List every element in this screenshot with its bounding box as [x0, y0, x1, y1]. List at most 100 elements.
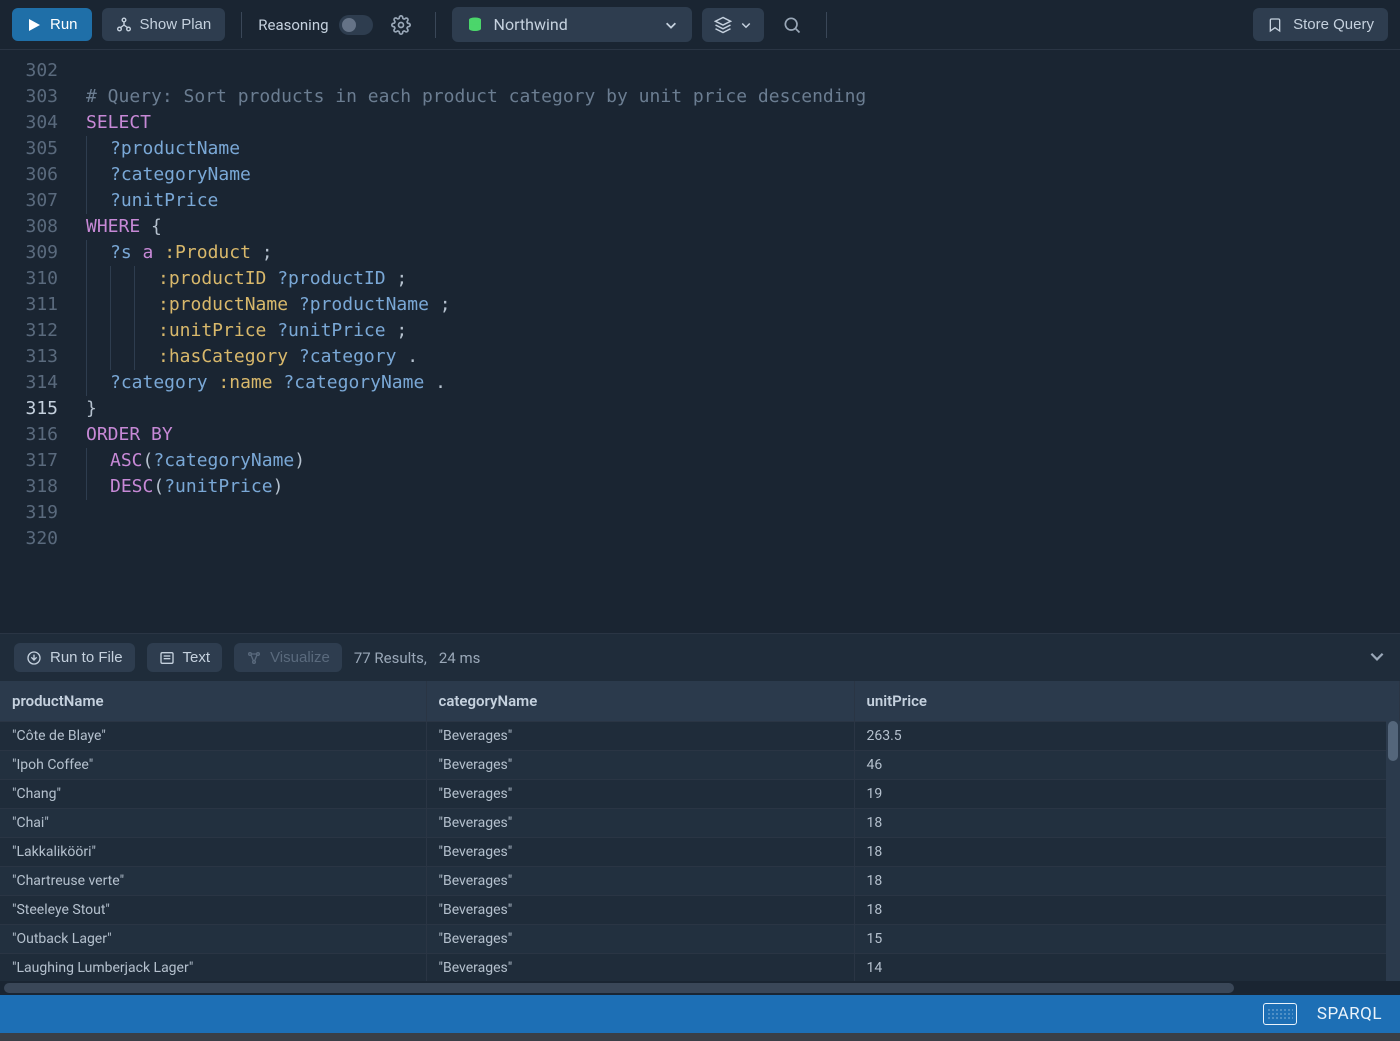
code-line[interactable]: ?productName	[70, 136, 1400, 162]
code-line[interactable]: :productName ?productName ;	[70, 292, 1400, 318]
scrollbar-thumb[interactable]	[1388, 721, 1398, 761]
code-line[interactable]: :unitPrice ?unitPrice ;	[70, 318, 1400, 344]
code-line[interactable]	[70, 500, 1400, 526]
line-number: 303	[0, 84, 58, 110]
store-query-label: Store Query	[1293, 16, 1374, 33]
run-to-file-button[interactable]: Run to File	[14, 643, 135, 672]
visualize-button[interactable]: Visualize	[234, 643, 342, 672]
table-row[interactable]: "Chartreuse verte""Beverages"18	[0, 866, 1400, 895]
code-line[interactable]: :productID ?productID ;	[70, 266, 1400, 292]
line-number: 311	[0, 292, 58, 318]
table-row[interactable]: "Steeleye Stout""Beverages"18	[0, 895, 1400, 924]
line-number-gutter: 3023033043053063073083093103113123133143…	[0, 50, 70, 633]
table-cell: 14	[854, 953, 1400, 981]
code-line[interactable]: ?unitPrice	[70, 188, 1400, 214]
table-row[interactable]: "Ipoh Coffee""Beverages"46	[0, 750, 1400, 779]
run-button[interactable]: Run	[12, 8, 92, 41]
table-cell: "Chartreuse verte"	[0, 866, 426, 895]
search-button[interactable]	[774, 7, 810, 43]
table-row[interactable]: "Chang""Beverages"19	[0, 779, 1400, 808]
line-number: 305	[0, 136, 58, 162]
table-cell: "Lakkalikööri"	[0, 837, 426, 866]
table-header-row: productNamecategoryNameunitPrice	[0, 681, 1400, 721]
code-line[interactable]: ASC(?categoryName)	[70, 448, 1400, 474]
scrollbar-thumb[interactable]	[4, 983, 1234, 993]
database-icon	[466, 16, 484, 34]
table-cell: "Beverages"	[426, 721, 854, 750]
table-cell: 46	[854, 750, 1400, 779]
table-row[interactable]: "Outback Lager""Beverages"15	[0, 924, 1400, 953]
column-header[interactable]: unitPrice	[854, 681, 1400, 721]
code-line[interactable]: ?category :name ?categoryName .	[70, 370, 1400, 396]
download-circle-icon	[26, 650, 42, 666]
toolbar-separator	[241, 12, 242, 38]
table-cell: 18	[854, 837, 1400, 866]
settings-button[interactable]	[383, 7, 419, 43]
table-row[interactable]: "Lakkalikööri""Beverages"18	[0, 837, 1400, 866]
results-toolbar: Run to File Text Visualize 77 Results, 2…	[0, 633, 1400, 681]
line-number: 306	[0, 162, 58, 188]
toolbar-separator	[435, 12, 436, 38]
line-number: 309	[0, 240, 58, 266]
table-row[interactable]: "Laughing Lumberjack Lager""Beverages"14	[0, 953, 1400, 981]
code-line[interactable]: SELECT	[70, 110, 1400, 136]
bookmark-icon	[1267, 17, 1283, 33]
table-cell: "Beverages"	[426, 924, 854, 953]
code-line[interactable]: ?categoryName	[70, 162, 1400, 188]
code-line[interactable]: ORDER BY	[70, 422, 1400, 448]
language-mode[interactable]: SPARQL	[1317, 1004, 1382, 1024]
results-panel: productNamecategoryNameunitPrice "Côte d…	[0, 681, 1400, 981]
plan-icon	[116, 17, 132, 33]
horizontal-scrollbar[interactable]	[0, 981, 1400, 995]
table-cell: "Beverages"	[426, 953, 854, 981]
chevron-down-icon	[1368, 647, 1386, 665]
chevron-down-icon	[740, 19, 752, 31]
table-row[interactable]: "Côte de Blaye""Beverages"263.5	[0, 721, 1400, 750]
code-line[interactable]: :hasCategory ?category .	[70, 344, 1400, 370]
table-cell: 18	[854, 808, 1400, 837]
column-header[interactable]: categoryName	[426, 681, 854, 721]
vertical-scrollbar[interactable]	[1386, 721, 1400, 981]
code-line[interactable]: DESC(?unitPrice)	[70, 474, 1400, 500]
code-line[interactable]	[70, 58, 1400, 84]
window-chrome	[0, 1033, 1400, 1041]
collapse-results-button[interactable]	[1368, 647, 1386, 669]
line-number: 320	[0, 526, 58, 552]
search-icon	[782, 15, 802, 35]
reasoning-toggle[interactable]	[339, 15, 373, 35]
table-cell: 15	[854, 924, 1400, 953]
code-line[interactable]	[70, 526, 1400, 552]
line-number: 315	[0, 396, 58, 422]
code-line[interactable]: ?s a :Product ;	[70, 240, 1400, 266]
table-body: "Côte de Blaye""Beverages"263.5"Ipoh Cof…	[0, 721, 1400, 981]
table-row[interactable]: "Chai""Beverages"18	[0, 808, 1400, 837]
status-bar: SPARQL	[0, 995, 1400, 1033]
table-cell: "Côte de Blaye"	[0, 721, 426, 750]
show-plan-button[interactable]: Show Plan	[102, 8, 226, 41]
table-cell: "Beverages"	[426, 895, 854, 924]
schema-selector[interactable]	[702, 8, 764, 42]
table-cell: "Steeleye Stout"	[0, 895, 426, 924]
keyboard-icon[interactable]	[1263, 1003, 1297, 1025]
gear-icon	[391, 15, 411, 35]
code-area[interactable]: # Query: Sort products in each product c…	[70, 50, 1400, 633]
line-number: 318	[0, 474, 58, 500]
reasoning-control: Reasoning	[258, 15, 372, 35]
reasoning-label: Reasoning	[258, 16, 328, 34]
column-header[interactable]: productName	[0, 681, 426, 721]
line-number: 304	[0, 110, 58, 136]
code-line[interactable]: WHERE {	[70, 214, 1400, 240]
text-label: Text	[183, 649, 211, 666]
line-number: 319	[0, 500, 58, 526]
code-line[interactable]: # Query: Sort products in each product c…	[70, 84, 1400, 110]
show-plan-label: Show Plan	[140, 16, 212, 33]
store-query-button[interactable]: Store Query	[1253, 8, 1388, 41]
code-editor[interactable]: 3023033043053063073083093103113123133143…	[0, 50, 1400, 633]
line-number: 314	[0, 370, 58, 396]
database-selector[interactable]: Northwind	[452, 7, 692, 42]
text-view-button[interactable]: Text	[147, 643, 223, 672]
text-icon	[159, 650, 175, 666]
toolbar-separator	[826, 12, 827, 38]
line-number: 313	[0, 344, 58, 370]
code-line[interactable]: }	[70, 396, 1400, 422]
